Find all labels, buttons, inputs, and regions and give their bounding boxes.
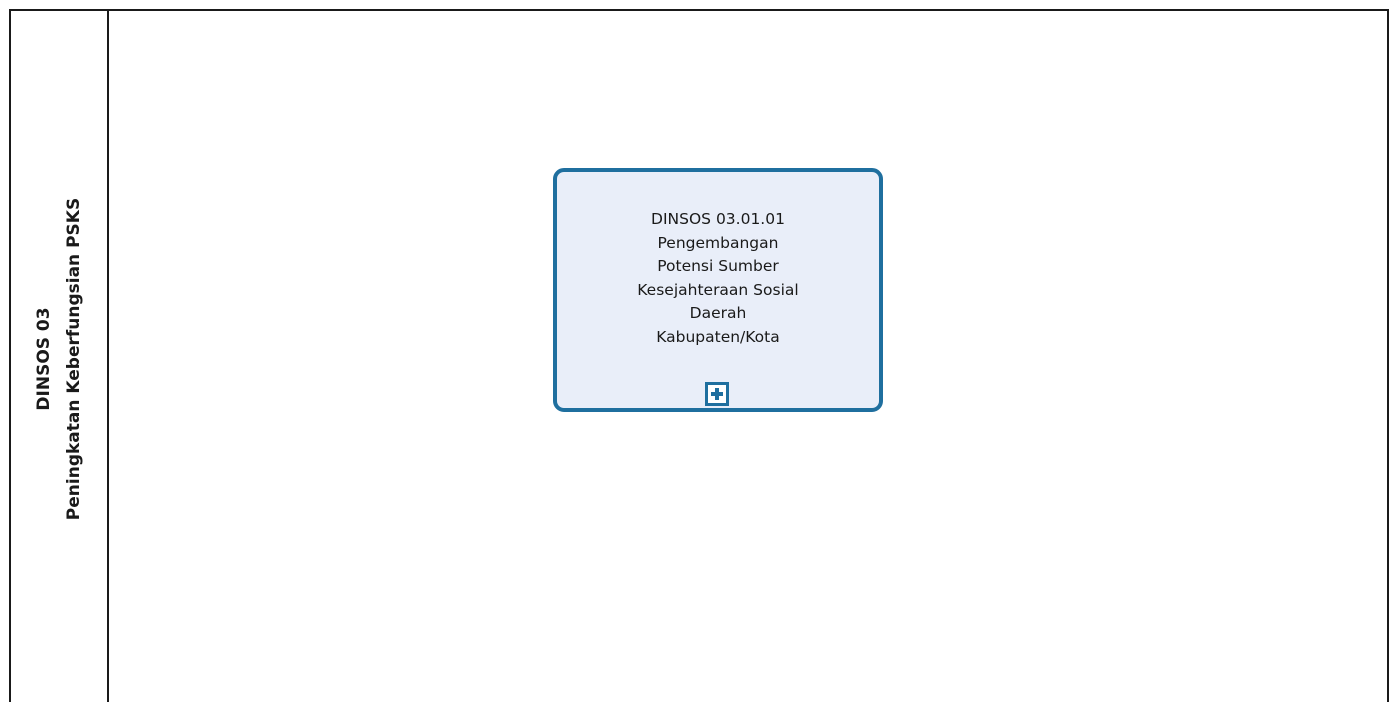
expand-subprocess-button[interactable] — [705, 382, 729, 406]
task-label-line: DINSOS 03.01.01 — [651, 210, 785, 228]
task-label: DINSOS 03.01.01 Pengembangan Potensi Sum… — [598, 208, 838, 350]
swimlane-pool: DINSOS 03 Peningkatan Keberfungsian PSKS… — [9, 9, 1389, 702]
task-label-line: Daerah — [689, 304, 747, 323]
lane-header[interactable]: DINSOS 03 Peningkatan Keberfungsian PSKS — [11, 11, 109, 702]
task-label-line: Potensi Sumber — [657, 257, 779, 276]
lane-title-name: Peningkatan Keberfungsian PSKS — [64, 197, 84, 521]
bpmn-canvas: DINSOS 03 Peningkatan Keberfungsian PSKS… — [0, 0, 1389, 702]
task-label-line: Kesejahteraan Sosial — [637, 280, 799, 299]
task-label-line: Pengembangan — [657, 233, 779, 252]
plus-icon — [711, 388, 723, 400]
subprocess-task[interactable]: DINSOS 03.01.01 Pengembangan Potensi Sum… — [553, 168, 883, 412]
lane-title-code: DINSOS 03 — [34, 307, 54, 411]
lane-title: DINSOS 03 Peningkatan Keberfungsian PSKS — [29, 29, 89, 689]
task-label-line: Kabupaten/Kota — [656, 327, 780, 346]
